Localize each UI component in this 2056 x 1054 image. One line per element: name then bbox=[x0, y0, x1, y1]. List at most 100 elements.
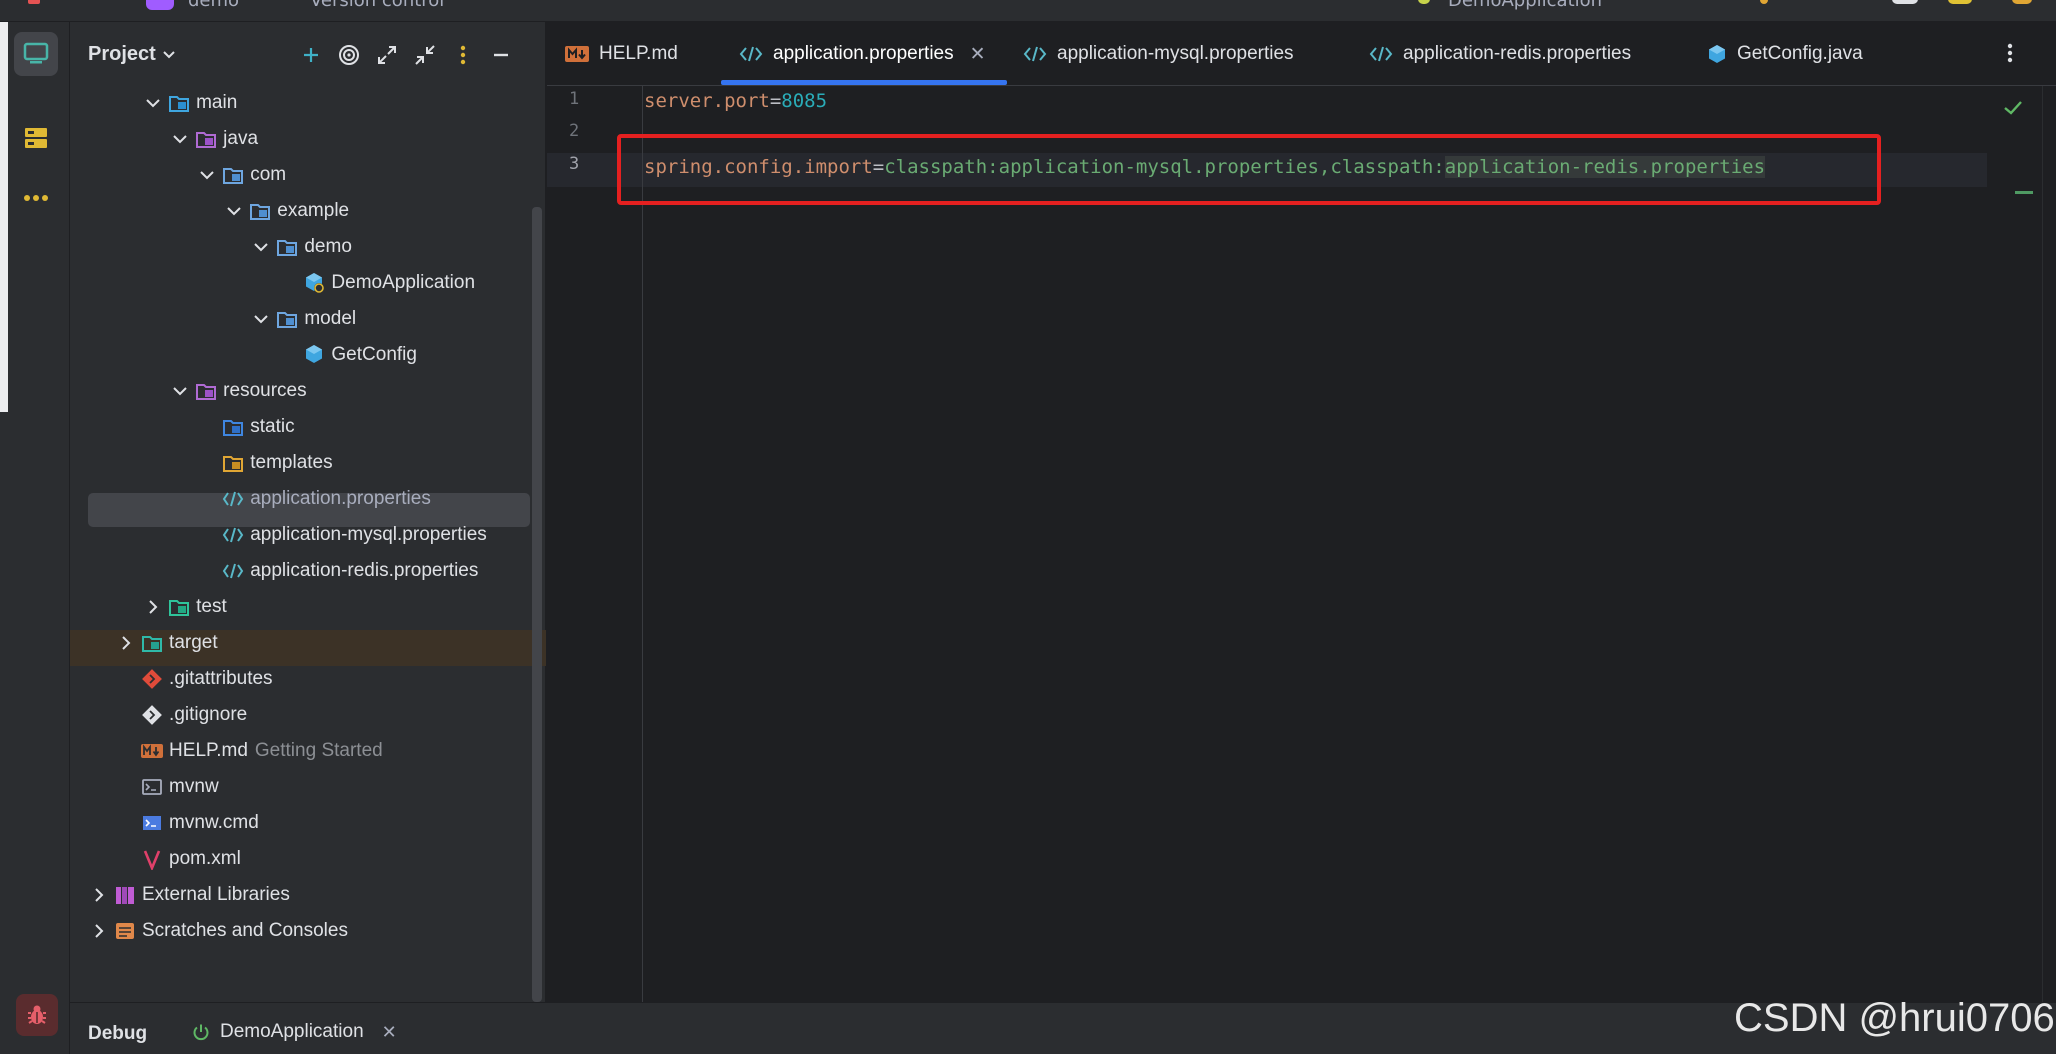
tree-item[interactable]: mvnw bbox=[115, 770, 219, 804]
tree-item[interactable]: com bbox=[196, 158, 286, 192]
project-name[interactable]: demo bbox=[188, 0, 239, 11]
run-config-selector[interactable]: DemoApplication bbox=[1448, 0, 1602, 11]
properties-icon bbox=[223, 527, 244, 543]
tree-item[interactable]: DemoApplication bbox=[277, 266, 475, 300]
collapse-all-button[interactable] bbox=[412, 42, 438, 68]
chevron-down-icon[interactable] bbox=[169, 380, 191, 402]
properties-icon bbox=[1369, 46, 1393, 62]
project-avatar-icon[interactable] bbox=[146, 0, 174, 10]
search-everywhere-icon[interactable] bbox=[1892, 0, 1918, 4]
change-marker bbox=[2015, 191, 2033, 194]
property-value: 8085 bbox=[781, 90, 828, 112]
chevron-down-icon bbox=[200, 171, 214, 180]
properties-icon bbox=[222, 524, 244, 546]
tree-item-label: com bbox=[250, 164, 287, 185]
project-icon bbox=[23, 42, 49, 64]
target-icon bbox=[339, 45, 359, 65]
chevron-right-icon bbox=[95, 888, 104, 902]
folder-excluded-icon bbox=[142, 636, 163, 652]
tree-item[interactable]: application-redis.properties bbox=[196, 554, 478, 588]
tree-item[interactable]: .gitignore bbox=[115, 698, 247, 732]
tree-item[interactable]: main bbox=[142, 86, 237, 120]
no-problems-check-icon[interactable] bbox=[2003, 100, 2023, 116]
options-button[interactable] bbox=[450, 42, 476, 68]
tree-item[interactable]: GetConfig bbox=[277, 338, 417, 372]
expand-all-button[interactable] bbox=[374, 42, 400, 68]
annotation-highlight-box bbox=[617, 134, 1881, 205]
editor-scrollbar[interactable] bbox=[2042, 86, 2056, 1002]
tree-item[interactable]: application.properties bbox=[196, 482, 431, 516]
project-panel-title[interactable]: Project bbox=[88, 43, 156, 66]
vcs-widget[interactable]: Version control bbox=[310, 0, 444, 11]
tree-item[interactable]: pom.xml bbox=[115, 842, 241, 876]
tree-item[interactable]: example bbox=[223, 194, 349, 228]
editor-tab-bar: HELP.md application.properties ✕ applica… bbox=[547, 22, 2056, 86]
markdown-icon bbox=[141, 744, 164, 758]
tab-application-properties[interactable]: application.properties ✕ bbox=[739, 22, 986, 86]
tree-item-label: DemoApplication bbox=[331, 272, 476, 293]
notifications-icon[interactable] bbox=[1948, 0, 1972, 4]
debug-panel-title[interactable]: Debug bbox=[88, 1023, 147, 1045]
tree-item-label: test bbox=[196, 596, 227, 617]
folder-resources-icon bbox=[196, 384, 217, 400]
hide-panel-button[interactable] bbox=[488, 42, 514, 68]
tree-item[interactable]: target bbox=[115, 626, 218, 660]
chevron-right-icon[interactable] bbox=[115, 632, 137, 654]
tree-item[interactable]: templates bbox=[196, 446, 333, 480]
chevron-down-icon bbox=[146, 99, 160, 108]
tree-item[interactable]: static bbox=[196, 410, 295, 444]
chevron-right-icon[interactable] bbox=[88, 884, 110, 906]
tree-item[interactable]: mvnw.cmd bbox=[115, 806, 259, 840]
close-session-icon[interactable]: ✕ bbox=[382, 1022, 397, 1043]
chevron-down-icon[interactable] bbox=[196, 164, 218, 186]
tree-item[interactable]: resources bbox=[169, 374, 307, 408]
debug-session-tab[interactable]: DemoApplication ✕ bbox=[192, 1021, 397, 1043]
tree-item-label: pom.xml bbox=[169, 848, 241, 869]
chevron-right-icon[interactable] bbox=[88, 920, 110, 942]
tree-item[interactable]: demo bbox=[250, 230, 352, 264]
tab-help-md[interactable]: HELP.md bbox=[565, 22, 678, 86]
properties-icon bbox=[739, 46, 763, 62]
more-tools-button[interactable] bbox=[14, 176, 58, 220]
tree-item[interactable]: External Libraries bbox=[88, 878, 290, 912]
tab-options-button[interactable] bbox=[1995, 38, 2025, 68]
tree-item[interactable]: .gitattributes bbox=[115, 662, 273, 696]
run-config-icon bbox=[1418, 0, 1430, 4]
select-opened-file-button[interactable] bbox=[336, 42, 362, 68]
expand-icon bbox=[378, 46, 396, 64]
tab-getconfig-java[interactable]: GetConfig.java bbox=[1707, 22, 1863, 86]
chevron-down-icon[interactable] bbox=[250, 236, 272, 258]
chevron-down-icon[interactable] bbox=[169, 128, 191, 150]
debug-tool-button[interactable] bbox=[16, 994, 58, 1036]
debug-run-icon[interactable] bbox=[1760, 0, 1768, 4]
structure-tool-button[interactable] bbox=[14, 116, 58, 160]
debug-session-label: DemoApplication bbox=[220, 1021, 364, 1042]
add-button[interactable] bbox=[298, 42, 324, 68]
tree-item[interactable]: application-mysql.properties bbox=[196, 518, 487, 552]
project-scrollbar[interactable] bbox=[532, 207, 542, 1002]
chevron-down-icon[interactable] bbox=[250, 308, 272, 330]
tab-application-redis-properties[interactable]: application-redis.properties bbox=[1369, 22, 1631, 86]
properties-icon bbox=[222, 560, 244, 582]
chevron-down-icon[interactable] bbox=[162, 48, 176, 62]
tree-item[interactable]: java bbox=[169, 122, 258, 156]
tree-item[interactable]: HELP.md Getting Started bbox=[115, 734, 383, 768]
tree-item[interactable]: test bbox=[142, 590, 227, 624]
update-icon[interactable] bbox=[2012, 0, 2032, 4]
minimize-icon bbox=[494, 53, 508, 57]
folder-templates-icon bbox=[223, 456, 244, 472]
tree-item[interactable]: model bbox=[250, 302, 356, 336]
tab-application-mysql-properties[interactable]: application-mysql.properties bbox=[1023, 22, 1294, 86]
chevron-down-icon[interactable] bbox=[223, 200, 245, 222]
properties-icon bbox=[223, 491, 244, 507]
power-icon bbox=[193, 1024, 209, 1041]
more-horizontal-icon bbox=[24, 195, 48, 201]
class-icon bbox=[303, 344, 325, 366]
chevron-down-icon[interactable] bbox=[142, 92, 164, 114]
chevron-right-icon[interactable] bbox=[142, 596, 164, 618]
code-line-1[interactable]: server.port=8085 bbox=[644, 90, 827, 112]
project-tool-button[interactable] bbox=[14, 32, 58, 76]
close-tab-icon[interactable]: ✕ bbox=[970, 43, 986, 66]
tree-item[interactable]: Scratches and Consoles bbox=[88, 914, 348, 948]
